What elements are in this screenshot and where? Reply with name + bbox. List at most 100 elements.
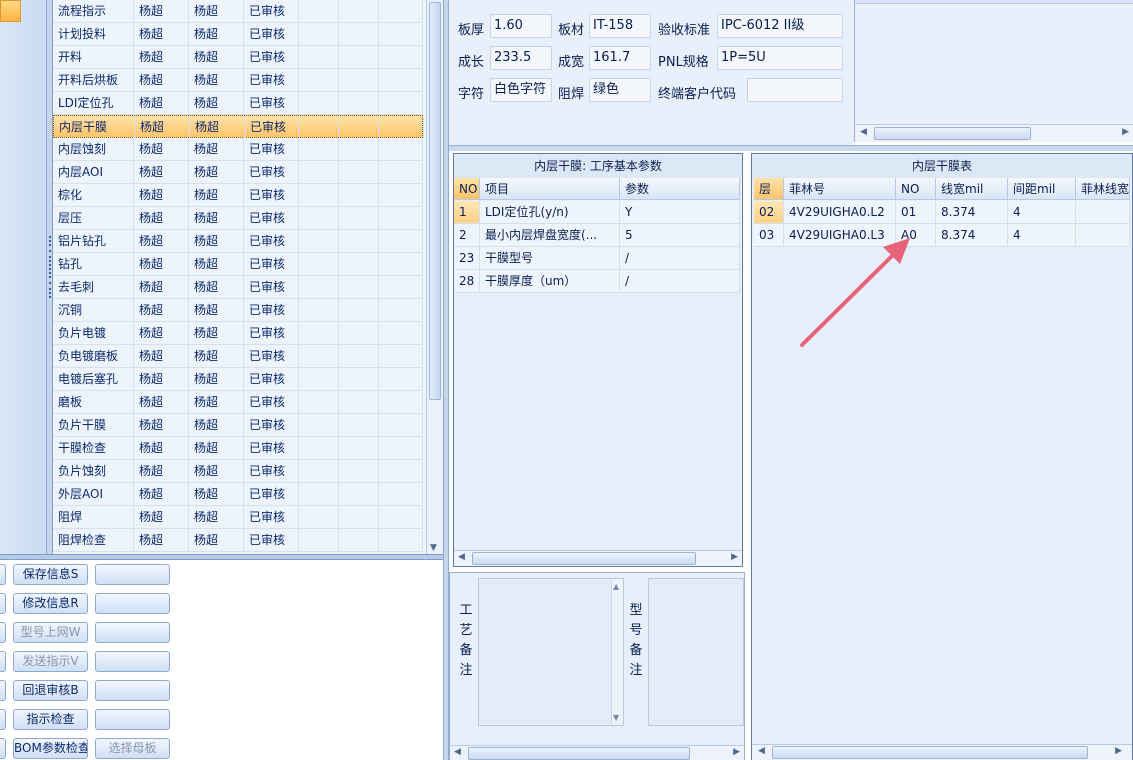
process-row[interactable]: 电镀后塞孔 杨超 杨超 已审核 <box>53 368 423 391</box>
film-hscroll-thumb[interactable] <box>772 746 1088 759</box>
char-field[interactable]: 白色字符 <box>490 78 552 102</box>
process-row[interactable]: 阻焊检查 杨超 杨超 已审核 <box>53 529 423 552</box>
process-row[interactable]: 铝片钻孔 杨超 杨超 已审核 <box>53 230 423 253</box>
process-row[interactable]: LDI定位孔 杨超 杨超 已审核 <box>53 92 423 115</box>
top-right-hscroll-thumb[interactable] <box>874 127 1031 140</box>
process-row[interactable]: 负电镀磨板 杨超 杨超 已审核 <box>53 345 423 368</box>
film-header-1[interactable]: 菲林号 <box>784 178 896 200</box>
params-value-cell[interactable]: / <box>620 270 740 293</box>
params-item-cell[interactable]: 最小内层焊盘宽度(... <box>480 224 620 247</box>
process-row[interactable]: 负片电镀 杨超 杨超 已审核 <box>53 322 423 345</box>
blank-button[interactable] <box>95 593 170 614</box>
model-note-textbox[interactable] <box>648 578 744 726</box>
action-button-4[interactable]: 回退审核B <box>13 680 88 701</box>
button-stub[interactable] <box>0 622 6 643</box>
process-row[interactable]: 钻孔 杨超 杨超 已审核 <box>53 253 423 276</box>
width-field[interactable]: 161.7 <box>589 46 651 70</box>
film-no-cell[interactable]: 01 <box>896 201 936 224</box>
scroll-right-arrow-icon[interactable]: ▶ <box>731 552 738 562</box>
params-item-cell[interactable]: 干膜型号 <box>480 247 620 270</box>
params-header-1[interactable]: 项目 <box>480 178 620 200</box>
film-header-3[interactable]: 线宽mil <box>936 178 1008 200</box>
film-line-width-cell[interactable]: 8.374 <box>936 224 1008 247</box>
action-button-1[interactable]: 修改信息R <box>13 593 88 614</box>
film-number-cell[interactable]: 4V29UIGHA0.L3 <box>784 224 896 247</box>
film-number-cell[interactable]: 4V29UIGHA0.L2 <box>784 201 896 224</box>
process-row[interactable]: 去毛刺 杨超 杨超 已审核 <box>53 276 423 299</box>
process-row[interactable]: 磨板 杨超 杨超 已审核 <box>53 391 423 414</box>
process-row[interactable]: 计划投料 杨超 杨超 已审核 <box>53 23 423 46</box>
process-grid-vscroll[interactable]: ▼ <box>426 0 443 556</box>
scroll-left-arrow-icon[interactable]: ◀ <box>758 746 765 756</box>
action-button-5[interactable]: 指示检查 <box>13 709 88 730</box>
film-header-2[interactable]: NO <box>896 178 936 200</box>
params-no-cell[interactable]: 28 <box>454 270 480 293</box>
scroll-left-arrow-icon[interactable]: ◀ <box>458 552 465 562</box>
scroll-down-arrow-icon[interactable]: ▼ <box>613 713 619 722</box>
left-tree-selected-node[interactable] <box>0 0 21 22</box>
button-stub[interactable] <box>0 593 6 614</box>
film-width-cell[interactable] <box>1076 224 1130 247</box>
blank-button[interactable] <box>95 680 170 701</box>
process-row[interactable]: 开料 杨超 杨超 已审核 <box>53 46 423 69</box>
params-value-cell[interactable]: 5 <box>620 224 740 247</box>
pnl-field[interactable]: 1P=5U <box>717 46 843 70</box>
blank-button[interactable] <box>95 651 170 672</box>
action-button-6[interactable]: BOM参数检查 <box>13 738 88 759</box>
process-row[interactable]: 流程指示 杨超 杨超 已审核 <box>53 0 423 23</box>
blank-button[interactable] <box>95 622 170 643</box>
film-width-cell[interactable] <box>1076 201 1130 224</box>
process-note-textbox[interactable]: ▲ ▼ <box>478 578 624 726</box>
params-item-cell[interactable]: LDI定位孔(y/n) <box>480 201 620 224</box>
process-row-selected[interactable]: 内层干膜 杨超 杨超 已审核 <box>53 115 424 138</box>
mask-field[interactable]: 绿色 <box>589 78 651 102</box>
film-line-width-cell[interactable]: 8.374 <box>936 201 1008 224</box>
params-no-cell[interactable]: 1 <box>454 201 480 224</box>
button-stub[interactable] <box>0 709 6 730</box>
action-button-0[interactable]: 保存信息S <box>13 564 88 585</box>
film-header-4[interactable]: 间距mil <box>1008 178 1076 200</box>
process-row[interactable]: 层压 杨超 杨超 已审核 <box>53 207 423 230</box>
film-header-0[interactable]: 层 <box>754 178 784 200</box>
params-hscroll-thumb[interactable] <box>472 552 696 565</box>
process-row[interactable]: 内层AOI 杨超 杨超 已审核 <box>53 161 423 184</box>
process-row[interactable]: 沉铜 杨超 杨超 已审核 <box>53 299 423 322</box>
process-row[interactable]: 棕化 杨超 杨超 已审核 <box>53 184 423 207</box>
params-header-2[interactable]: 参数 <box>620 178 740 200</box>
notes-hscroll-thumb[interactable] <box>468 747 690 760</box>
blank-button[interactable] <box>95 709 170 730</box>
film-spacing-cell[interactable]: 4 <box>1008 224 1076 247</box>
button-stub[interactable] <box>0 651 6 672</box>
process-row[interactable]: 开料后烘板 杨超 杨超 已审核 <box>53 69 423 92</box>
length-field[interactable]: 233.5 <box>490 46 552 70</box>
params-hscroll[interactable]: ◀ ▶ <box>454 550 742 566</box>
params-header-0[interactable]: NO <box>454 178 480 200</box>
top-right-hscroll[interactable]: ◀ ▶ <box>856 124 1133 142</box>
process-grid-vscroll-thumb[interactable] <box>429 2 441 400</box>
film-header-5[interactable]: 菲林线宽 <box>1076 178 1130 200</box>
scroll-right-arrow-icon[interactable]: ▶ <box>1115 746 1122 756</box>
params-value-cell[interactable]: / <box>620 247 740 270</box>
process-row[interactable]: 阻焊 杨超 杨超 已审核 <box>53 506 423 529</box>
film-spacing-cell[interactable]: 4 <box>1008 201 1076 224</box>
film-no-cell[interactable]: A0 <box>896 224 936 247</box>
scroll-right-arrow-icon[interactable]: ▶ <box>733 747 740 757</box>
customer-code-field[interactable] <box>747 78 843 102</box>
film-hscroll[interactable]: ◀ ▶ <box>752 744 1132 760</box>
process-row[interactable]: 内层蚀刻 杨超 杨超 已审核 <box>53 138 423 161</box>
film-layer-cell[interactable]: 03 <box>754 224 784 247</box>
params-item-cell[interactable]: 干膜厚度（um） <box>480 270 620 293</box>
scroll-left-arrow-icon[interactable]: ◀ <box>860 127 867 137</box>
acceptance-field[interactable]: IPC-6012 II级 <box>717 14 843 38</box>
process-row[interactable]: 外层AOI 杨超 杨超 已审核 <box>53 483 423 506</box>
film-layer-cell[interactable]: 02 <box>754 201 784 224</box>
params-no-cell[interactable]: 23 <box>454 247 480 270</box>
button-stub[interactable] <box>0 680 6 701</box>
button-stub[interactable] <box>0 738 6 759</box>
params-no-cell[interactable]: 2 <box>454 224 480 247</box>
blank-button[interactable] <box>95 564 170 585</box>
scroll-down-arrow-icon[interactable]: ▼ <box>430 543 437 553</box>
button-stub[interactable] <box>0 564 6 585</box>
scroll-left-arrow-icon[interactable]: ◀ <box>454 747 461 757</box>
notes-hscroll[interactable]: ◀ ▶ <box>450 745 744 760</box>
